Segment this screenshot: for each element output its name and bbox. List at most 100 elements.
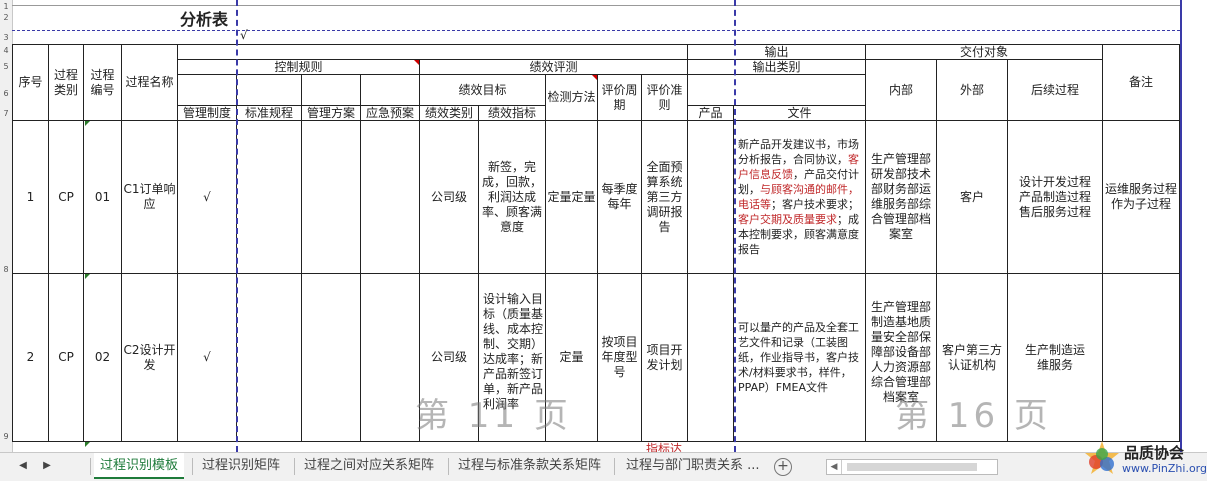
row2-eval-criteria[interactable]: 项目开发计划: [642, 274, 688, 442]
header-control-rules[interactable]: 控制规则: [178, 60, 420, 75]
row-number[interactable]: 3: [0, 34, 12, 42]
row1-eval-criteria[interactable]: 全面预算系统第三方调研报告: [642, 121, 688, 274]
row-number[interactable]: 2: [0, 14, 12, 22]
row1-management-plan[interactable]: [302, 121, 361, 274]
header-eval-cycle[interactable]: 评价周期: [598, 75, 642, 121]
row2-number[interactable]: 02: [84, 274, 122, 442]
header-management-plan[interactable]: 管理方案: [302, 106, 361, 121]
header-process-name[interactable]: 过程名称: [122, 44, 178, 121]
tab-next-icon[interactable]: ▶: [40, 460, 54, 471]
watermark-logo: 品质协会 www.PinZhi.org: [1082, 440, 1207, 480]
row-number[interactable]: 7: [0, 110, 12, 118]
scroll-left-icon[interactable]: ◀: [827, 460, 842, 474]
header-management-system[interactable]: 管理制度: [178, 106, 237, 121]
row1-number[interactable]: 01: [84, 121, 122, 274]
print-area-edge: [1180, 0, 1182, 452]
watermark-name: 品质协会: [1124, 444, 1185, 462]
row2-category[interactable]: CP: [49, 274, 84, 442]
row2-document[interactable]: 可以量产的产品及全套工艺文件和记录（工装图纸，作业指导书，客户技术/材料要求书，…: [734, 274, 866, 442]
row2-remark[interactable]: [1103, 274, 1180, 442]
page-break-line: [236, 0, 238, 452]
tab-divider: [294, 458, 295, 475]
row1-subsequent-process[interactable]: 设计开发过程产品制造过程售后服务过程: [1008, 121, 1103, 274]
row1-name[interactable]: C1订单响应: [122, 121, 178, 274]
tab-process-department-matrix[interactable]: 过程与部门职责关系 ...: [620, 453, 766, 479]
header-blank[interactable]: [237, 75, 302, 106]
header-blank[interactable]: [178, 75, 237, 106]
row1-performance-type[interactable]: 公司级: [420, 121, 479, 274]
header-standard-procedure[interactable]: 标准规程: [237, 106, 302, 121]
header-check-method[interactable]: 检测方法: [546, 75, 598, 121]
row1-category[interactable]: CP: [49, 121, 84, 274]
comment-indicator[interactable]: [592, 75, 597, 80]
row2-seq[interactable]: 2: [12, 274, 49, 442]
header-external[interactable]: 外部: [937, 60, 1008, 121]
row2-product[interactable]: [688, 274, 734, 442]
sheet-title[interactable]: 分析表: [180, 6, 228, 30]
header-performance-index[interactable]: 绩效指标: [479, 106, 546, 121]
tab-process-identification-template[interactable]: 过程识别模板: [94, 453, 185, 479]
row-number[interactable]: 5: [0, 63, 12, 71]
row1-emergency-plan[interactable]: [361, 121, 420, 274]
cell-flag-indicator[interactable]: [85, 442, 90, 447]
row-number[interactable]: 9: [0, 433, 12, 441]
row2-name[interactable]: C2设计开发: [122, 274, 178, 442]
header-process-number[interactable]: 过程编号: [84, 44, 122, 121]
row1-management-system[interactable]: √: [178, 121, 237, 274]
row1-check-method[interactable]: 定量定量: [546, 121, 598, 274]
row2-standard-procedure[interactable]: [237, 274, 302, 442]
tab-process-standard-clause-matrix[interactable]: 过程与标准条款关系矩阵: [452, 453, 607, 479]
tab-divider: [448, 458, 449, 475]
header-emergency-plan[interactable]: 应急预案: [361, 106, 420, 121]
row1-performance-index[interactable]: 新签，完成，回款，利润达成率、顾客满意度: [479, 121, 546, 274]
header-performance-eval[interactable]: 绩效评测: [420, 60, 688, 75]
row1-external[interactable]: 客户: [937, 121, 1008, 274]
header-subsequent-process[interactable]: 后续过程: [1008, 60, 1103, 121]
header-performance-type[interactable]: 绩效类别: [420, 106, 479, 121]
header-document[interactable]: 文件: [734, 106, 866, 121]
tab-prev-icon[interactable]: ◀: [16, 460, 30, 471]
row-number[interactable]: 4: [0, 47, 12, 55]
page-marker-11: 第 11 页: [415, 396, 572, 436]
header-blank[interactable]: [302, 75, 361, 106]
comment-indicator[interactable]: [414, 60, 419, 65]
cell-flag-indicator[interactable]: [85, 121, 90, 126]
header-output[interactable]: 输出: [688, 44, 866, 60]
row1-seq[interactable]: 1: [12, 121, 49, 274]
tab-process-relationship-matrix[interactable]: 过程之间对应关系矩阵: [298, 453, 440, 479]
row1-eval-cycle[interactable]: 每季度每年: [598, 121, 642, 274]
header-product[interactable]: 产品: [688, 106, 734, 121]
row1-remark[interactable]: 运维服务过程作为子过程: [1103, 121, 1180, 274]
row2-management-plan[interactable]: [302, 274, 361, 442]
row-number[interactable]: 1: [0, 3, 12, 11]
row2-eval-cycle[interactable]: 按项目年度型号: [598, 274, 642, 442]
header-process-category[interactable]: 过程类别: [49, 44, 84, 121]
header-internal[interactable]: 内部: [866, 60, 937, 121]
row1-internal[interactable]: 生产管理部研发部技术部财务部运维服务部综合管理部档案室: [866, 121, 937, 274]
next-row-partial-text[interactable]: 指标达: [646, 440, 682, 452]
spreadsheet-grid[interactable]: 1 2 3 4 5 6 7 8 9 分析表 √ 序号 过程类别 过程编号 过程名…: [0, 0, 1207, 452]
row-number[interactable]: 8: [0, 266, 12, 274]
row2-emergency-plan[interactable]: [361, 274, 420, 442]
header-delivery-target[interactable]: 交付对象: [866, 44, 1103, 60]
row2-management-system[interactable]: √: [178, 274, 237, 442]
header-output-category[interactable]: 输出类别: [688, 60, 866, 75]
header-blank[interactable]: [688, 75, 866, 106]
horizontal-scrollbar[interactable]: ◀: [826, 459, 998, 475]
tab-process-identification-matrix[interactable]: 过程识别矩阵: [196, 453, 286, 479]
header-eval-criteria[interactable]: 评价准则: [642, 75, 688, 121]
header-performance-target[interactable]: 绩效目标: [420, 75, 546, 106]
add-sheet-icon[interactable]: +: [774, 458, 792, 476]
header-blank-top[interactable]: [178, 44, 688, 60]
row1-product[interactable]: [688, 121, 734, 274]
page-break-line: [734, 0, 736, 452]
cell-flag-indicator[interactable]: [85, 274, 90, 279]
scrollbar-thumb[interactable]: [847, 463, 977, 471]
header-blank[interactable]: [361, 75, 420, 106]
header-remark[interactable]: 备注: [1103, 44, 1180, 121]
header-seq[interactable]: 序号: [12, 44, 49, 121]
row-number[interactable]: 6: [0, 90, 12, 98]
doc-text: 新产品开发建议书，市场分析报告，合同协议，客户信息反馈，产品交付计划，与顾客沟通…: [738, 138, 859, 256]
row1-document[interactable]: 新产品开发建议书，市场分析报告，合同协议，客户信息反馈，产品交付计划，与顾客沟通…: [734, 121, 866, 274]
row1-standard-procedure[interactable]: [237, 121, 302, 274]
